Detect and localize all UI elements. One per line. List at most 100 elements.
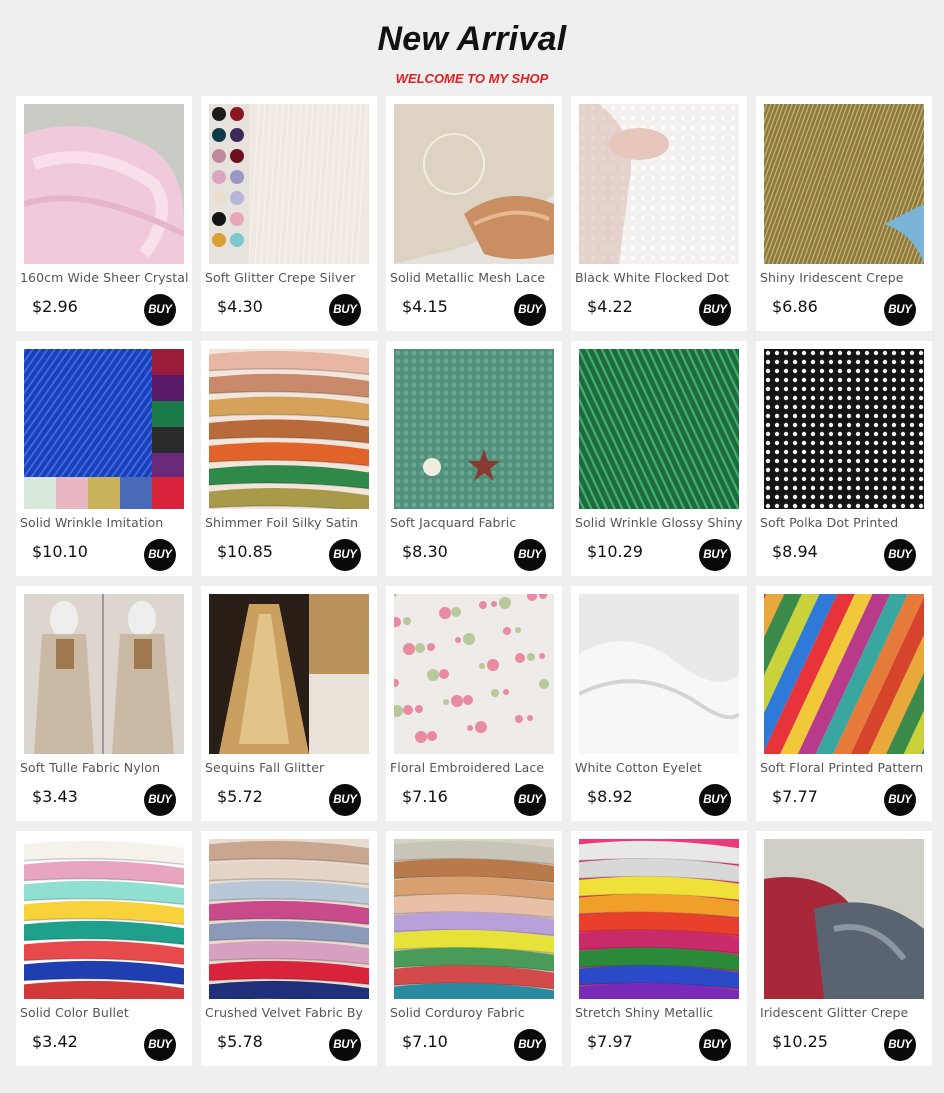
product-card[interactable]: Floral Embroidered Lace $7.16 BUY: [386, 586, 562, 821]
product-name[interactable]: Shimmer Foil Silky Satin: [205, 515, 377, 530]
buy-button[interactable]: BUY: [514, 784, 546, 816]
product-name[interactable]: Soft Jacquard Fabric: [390, 515, 562, 530]
product-card[interactable]: Solid Wrinkle Imitation $10.10 BUY: [16, 341, 192, 576]
buy-button[interactable]: BUY: [329, 539, 361, 571]
product-card[interactable]: Soft Floral Printed Pattern $7.77 BUY: [756, 586, 932, 821]
product-price: $10.10: [32, 542, 88, 561]
buy-button[interactable]: BUY: [144, 1029, 176, 1061]
product-image[interactable]: [209, 349, 369, 509]
product-image[interactable]: [24, 349, 184, 509]
product-card[interactable]: White Cotton Eyelet $8.92 BUY: [571, 586, 747, 821]
iridescent-glitter-crepe-icon: [764, 839, 924, 999]
product-price: $2.96: [32, 297, 78, 316]
foil-satin-stack-icon: [209, 349, 369, 509]
product-price: $4.30: [217, 297, 263, 316]
product-card[interactable]: Soft Glitter Crepe Silver $4.30 BUY: [201, 96, 377, 331]
buy-button[interactable]: BUY: [699, 294, 731, 326]
product-name[interactable]: Stretch Shiny Metallic: [575, 1005, 747, 1020]
product-card[interactable]: Solid Corduroy Fabric $7.10 BUY: [386, 831, 562, 1066]
product-name[interactable]: 160cm Wide Sheer Crystal: [20, 270, 192, 285]
corduroy-stack-icon: [394, 839, 554, 999]
page-title: New Arrival: [377, 20, 567, 58]
product-price: $8.94: [772, 542, 818, 561]
product-name[interactable]: Iridescent Glitter Crepe: [760, 1005, 932, 1020]
buy-button[interactable]: BUY: [699, 1029, 731, 1061]
product-image[interactable]: [209, 594, 369, 754]
product-image[interactable]: [579, 839, 739, 999]
buy-button[interactable]: BUY: [144, 784, 176, 816]
buy-button[interactable]: BUY: [329, 784, 361, 816]
metallic-rainbow-stack-icon: [579, 839, 739, 999]
product-name[interactable]: Black White Flocked Dot: [575, 270, 747, 285]
product-name[interactable]: Shiny Iridescent Crepe: [760, 270, 932, 285]
buy-button[interactable]: BUY: [699, 784, 731, 816]
product-card[interactable]: Stretch Shiny Metallic $7.97 BUY: [571, 831, 747, 1066]
product-name[interactable]: Floral Embroidered Lace: [390, 760, 562, 775]
product-image[interactable]: [24, 839, 184, 999]
buy-button[interactable]: BUY: [144, 539, 176, 571]
product-name[interactable]: Solid Color Bullet: [20, 1005, 192, 1020]
product-name[interactable]: Soft Floral Printed Pattern: [760, 760, 932, 775]
product-card[interactable]: Solid Metallic Mesh Lace $4.15 BUY: [386, 96, 562, 331]
product-card[interactable]: Solid Color Bullet $3.42 BUY: [16, 831, 192, 1066]
product-name[interactable]: Solid Wrinkle Glossy Shiny: [575, 515, 747, 530]
product-image[interactable]: [209, 104, 369, 264]
green-jacquard-icon: [394, 349, 554, 509]
product-name[interactable]: Crushed Velvet Fabric By: [205, 1005, 377, 1020]
product-image[interactable]: [394, 104, 554, 264]
product-price: $5.72: [217, 787, 263, 806]
product-image[interactable]: [579, 349, 739, 509]
page-subtitle: WELCOME TO MY SHOP: [395, 71, 549, 86]
page-header: New Arrival WELCOME TO MY SHOP: [0, 0, 944, 96]
buy-button[interactable]: BUY: [884, 1029, 916, 1061]
buy-button[interactable]: BUY: [884, 294, 916, 326]
buy-button[interactable]: BUY: [884, 539, 916, 571]
buy-button[interactable]: BUY: [699, 539, 731, 571]
product-image[interactable]: [394, 594, 554, 754]
product-card[interactable]: Soft Tulle Fabric Nylon $3.43 BUY: [16, 586, 192, 821]
product-image[interactable]: [579, 594, 739, 754]
product-name[interactable]: Solid Metallic Mesh Lace: [390, 270, 562, 285]
product-image[interactable]: [764, 839, 924, 999]
buy-button[interactable]: BUY: [144, 294, 176, 326]
product-card[interactable]: Iridescent Glitter Crepe $10.25 BUY: [756, 831, 932, 1066]
product-card[interactable]: Solid Wrinkle Glossy Shiny $10.29 BUY: [571, 341, 747, 576]
product-name[interactable]: Sequins Fall Glitter: [205, 760, 377, 775]
product-name[interactable]: Soft Polka Dot Printed: [760, 515, 932, 530]
product-image[interactable]: [764, 349, 924, 509]
product-name[interactable]: Soft Tulle Fabric Nylon: [20, 760, 192, 775]
product-image[interactable]: [764, 594, 924, 754]
product-name[interactable]: Solid Corduroy Fabric: [390, 1005, 562, 1020]
buy-button[interactable]: BUY: [884, 784, 916, 816]
product-name[interactable]: White Cotton Eyelet: [575, 760, 747, 775]
product-name[interactable]: Soft Glitter Crepe Silver: [205, 270, 377, 285]
buy-button[interactable]: BUY: [514, 1029, 546, 1061]
product-price: $10.85: [217, 542, 273, 561]
product-name[interactable]: Solid Wrinkle Imitation: [20, 515, 192, 530]
product-card[interactable]: Crushed Velvet Fabric By $5.78 BUY: [201, 831, 377, 1066]
product-card[interactable]: Soft Jacquard Fabric $8.30 BUY: [386, 341, 562, 576]
product-image[interactable]: [579, 104, 739, 264]
product-price: $4.15: [402, 297, 448, 316]
buy-button[interactable]: BUY: [514, 539, 546, 571]
product-card[interactable]: Black White Flocked Dot $4.22 BUY: [571, 96, 747, 331]
product-image[interactable]: [394, 839, 554, 999]
product-price: $7.16: [402, 787, 448, 806]
product-card[interactable]: Soft Polka Dot Printed $8.94 BUY: [756, 341, 932, 576]
buy-button[interactable]: BUY: [329, 1029, 361, 1061]
product-card[interactable]: Sequins Fall Glitter $5.72 BUY: [201, 586, 377, 821]
buy-button[interactable]: BUY: [514, 294, 546, 326]
product-image[interactable]: [764, 104, 924, 264]
iridescent-crepe-icon: [764, 104, 924, 264]
product-price: $3.42: [32, 1032, 78, 1051]
buy-button[interactable]: BUY: [329, 294, 361, 326]
product-image[interactable]: [209, 839, 369, 999]
product-price: $3.43: [32, 787, 78, 806]
product-price: $5.78: [217, 1032, 263, 1051]
product-card[interactable]: Shiny Iridescent Crepe $6.86 BUY: [756, 96, 932, 331]
product-card[interactable]: Shimmer Foil Silky Satin $10.85 BUY: [201, 341, 377, 576]
product-image[interactable]: [24, 594, 184, 754]
product-card[interactable]: 160cm Wide Sheer Crystal $2.96 BUY: [16, 96, 192, 331]
product-image[interactable]: [24, 104, 184, 264]
product-image[interactable]: [394, 349, 554, 509]
